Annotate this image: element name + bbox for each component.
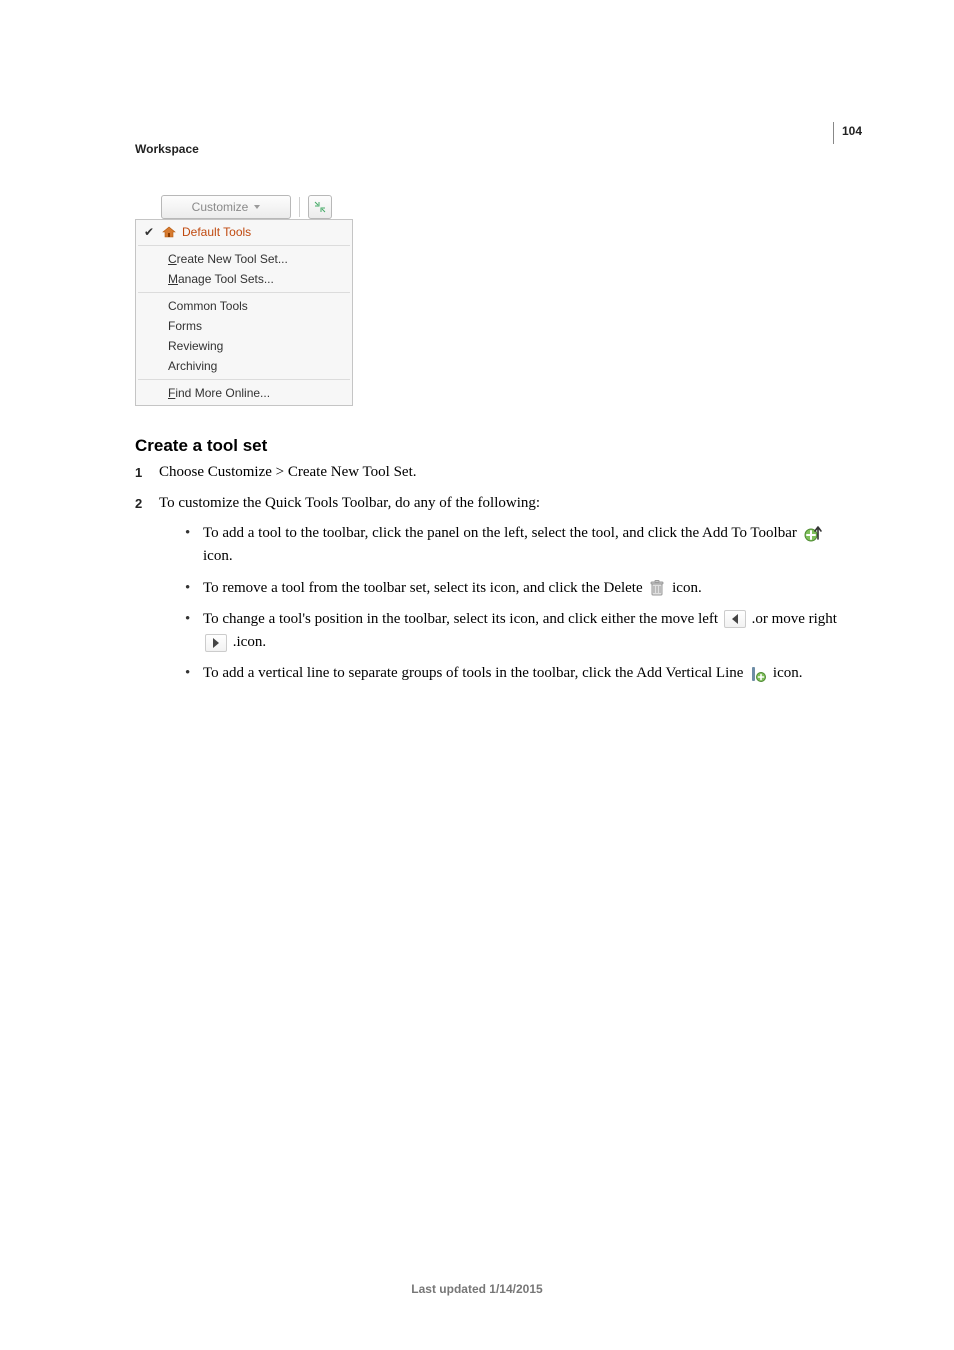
toolbar-separator [299,197,300,217]
bullet-text: icon. [672,580,702,596]
customize-menu-figure: Customize ✔ [135,195,355,406]
menu-item-archiving[interactable]: Archiving [136,356,352,376]
bullet-move-tool: To change a tool's position in the toolb… [185,608,855,655]
step-text: To customize the Quick Tools Toolbar, do… [159,495,540,511]
customize-button[interactable]: Customize [161,195,291,219]
bullet-text: .or move right [752,611,837,627]
bullet-text: To remove a tool from the toolbar set, s… [203,580,646,596]
customize-button-label: Customize [192,200,249,214]
bullet-text: To add a tool to the toolbar, click the … [203,525,801,541]
bullet-add-vertical-line: To add a vertical line to separate group… [185,662,855,685]
step-number: 1 [135,462,159,482]
bullet-text: To change a tool's position in the toolb… [203,611,722,627]
running-header: Workspace [135,142,199,156]
menu-item-reviewing[interactable]: Reviewing [136,336,352,356]
bullet-text: icon. [773,665,803,681]
menu-item-common-tools[interactable]: Common Tools [136,296,352,316]
move-right-icon [205,634,227,652]
menu-item-label: Common Tools [162,299,248,313]
menu-item-label: Forms [162,319,202,333]
menu-item-label: Create New Tool Set... [162,252,288,266]
menu-item-label: Reviewing [162,339,223,353]
bullet-add-tool: To add a tool to the toolbar, click the … [185,522,855,569]
menu-item-default-tools[interactable]: ✔ Default Tools [136,222,352,242]
step-number: 2 [135,493,159,513]
bullet-text: icon. [203,548,233,564]
step-text: Choose Customize > Create New Tool Set. [159,462,855,483]
expand-button[interactable] [308,195,332,219]
menu-separator [138,379,350,380]
bullet-remove-tool: To remove a tool from the toolbar set, s… [185,577,855,600]
move-left-icon [724,610,746,628]
section-heading: Create a tool set [135,436,855,456]
add-to-toolbar-icon [803,525,825,543]
menu-item-forms[interactable]: Forms [136,316,352,336]
bullet-text: To add a vertical line to separate group… [203,665,747,681]
menu-item-label: Manage Tool Sets... [162,272,274,286]
chevron-down-icon [254,205,260,209]
customize-menu-panel: ✔ Default Tools Create New Tool Set... [135,219,353,406]
menu-item-label: Archiving [162,359,217,373]
menu-separator [138,292,350,293]
menu-item-create-new-tool-set[interactable]: Create New Tool Set... [136,249,352,269]
delete-trash-icon [648,579,666,597]
step-1: 1 Choose Customize > Create New Tool Set… [135,462,855,483]
menu-item-find-more-online[interactable]: Find More Online... [136,383,352,403]
bullet-text: .icon. [233,634,266,650]
home-icon [162,226,176,238]
footer-last-updated: Last updated 1/14/2015 [0,1282,954,1296]
check-icon: ✔ [144,225,154,239]
expand-icon [314,201,326,213]
menu-item-manage-tool-sets[interactable]: Manage Tool Sets... [136,269,352,289]
menu-separator [138,245,350,246]
menu-item-label: Default Tools [176,225,251,239]
add-vertical-line-icon [749,665,767,683]
menu-item-label: Find More Online... [162,386,270,400]
step-2: 2 To customize the Quick Tools Toolbar, … [135,493,855,694]
page-number: 104 [842,124,862,138]
page-number-wrap: 104 [833,122,862,144]
